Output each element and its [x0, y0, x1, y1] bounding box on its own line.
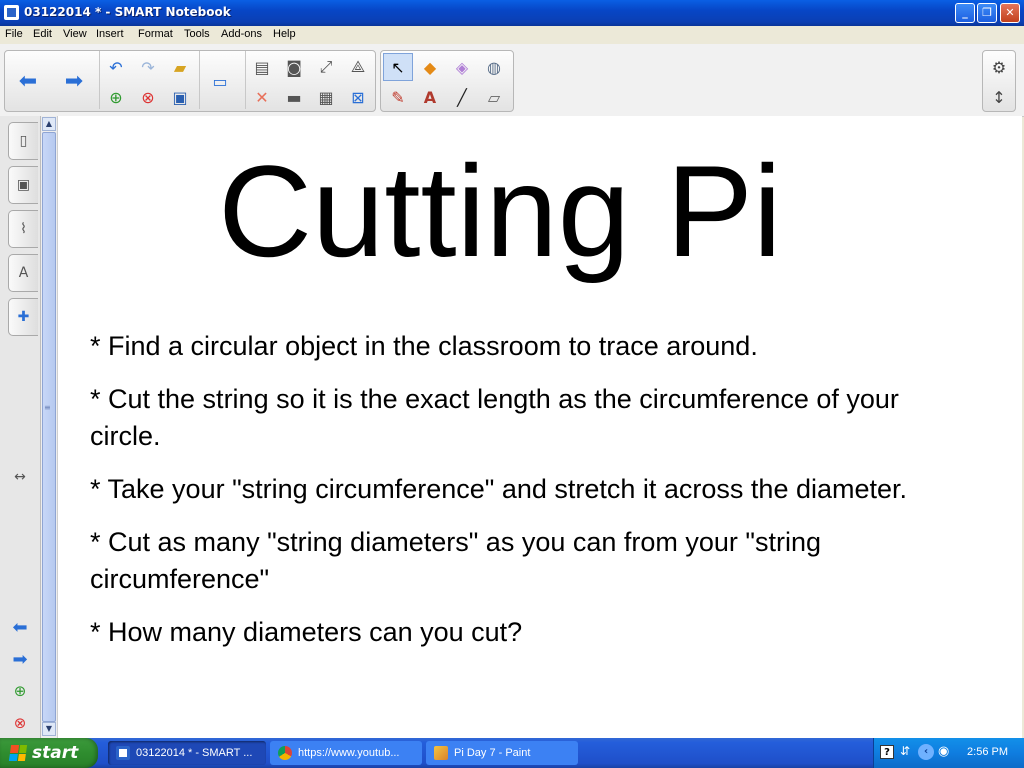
clear-page-icon[interactable]: ⊠ [343, 83, 373, 111]
system-tray: ? ⇵ ‹ ◉ 2:56 PM [873, 738, 1024, 768]
minimize-button[interactable]: _ [955, 3, 975, 23]
menu-insert[interactable]: Insert [96, 28, 124, 40]
menu-bar: File Edit View Insert Format Tools Add-o… [0, 26, 1024, 44]
bullet-item[interactable]: * Find a circular object in the classroo… [90, 328, 970, 365]
start-label: start [32, 743, 79, 763]
bullet-item[interactable]: * Cut as many "string diameters" as you … [90, 524, 970, 598]
menu-tools[interactable]: Tools [184, 28, 210, 40]
screen-capture-icon[interactable]: ◙ [279, 53, 309, 81]
smart-notebook-app-icon [4, 5, 19, 20]
side-panel: ▯ ▣ ⌇ A ✚ ↔ ⬅ ➡ ⊕ ⊗ [0, 116, 41, 738]
toolbar-group-tools: ↖ ◆ ◈ ◍ ✎ A ╱ ▱ [380, 50, 514, 112]
paint-icon [434, 746, 448, 760]
undo-icon[interactable]: ↶ [101, 53, 131, 81]
select-icon[interactable]: ↖ [383, 53, 413, 81]
bullet-item[interactable]: * How many diameters can you cut? [90, 614, 970, 651]
vertical-scrollbar[interactable]: ▲ ≡ ▼ [41, 116, 58, 738]
close-button[interactable]: ✕ [1000, 3, 1020, 23]
pens-icon[interactable]: ✎ [383, 83, 413, 111]
redo-icon[interactable]: ↷ [133, 53, 163, 81]
main-toolbar: ⬅ ➡ ↶ ↷ ▰ ⊕ ⊗ ▣ ▭ ▤ ◙ ⤢ ⟁ ✕ ▬ ▦ ⊠ ↖ ◆ ◈ … [0, 44, 1024, 117]
volume-icon[interactable]: ◉ [938, 744, 949, 759]
scroll-thumb[interactable] [42, 132, 56, 722]
notebook-page[interactable]: Cutting Pi * Find a circular object in t… [58, 116, 1022, 738]
toolbar-group-settings: ⚙ ↕ [982, 50, 1016, 112]
properties-icon[interactable]: A [8, 254, 38, 292]
eraser-icon[interactable]: ▱ [479, 83, 509, 111]
menu-edit[interactable]: Edit [33, 28, 52, 40]
move-toolbar-icon[interactable]: ↕ [984, 83, 1014, 111]
delete-page-icon[interactable]: ⊗ [6, 710, 34, 736]
save-icon[interactable]: ▣ [165, 83, 195, 111]
scroll-up-button[interactable]: ▲ [42, 117, 56, 131]
add-ons-icon[interactable]: ✚ [8, 298, 38, 336]
window-title: 03122014 * - SMART Notebook [24, 5, 231, 19]
bullet-list[interactable]: * Find a circular object in the classroo… [90, 328, 970, 667]
chrome-icon [278, 746, 292, 760]
gallery-icon[interactable]: ▣ [8, 166, 38, 204]
tray-expand-icon[interactable]: ‹ [918, 744, 934, 760]
text-icon[interactable]: A [415, 83, 445, 111]
measurement-tools-icon[interactable]: ⟁ [343, 53, 373, 81]
attachments-icon[interactable]: ⌇ [8, 210, 38, 248]
smart-notebook-task-icon [116, 746, 130, 760]
menu-help[interactable]: Help [273, 28, 296, 40]
resize-panel-icon[interactable]: ↔ [6, 464, 34, 490]
start-button[interactable]: start [0, 738, 98, 768]
next-page-icon[interactable]: ➡ [6, 646, 34, 672]
slide-title[interactable]: Cutting Pi [58, 136, 942, 286]
taskbar-item-browser[interactable]: https://www.youtub... [270, 741, 422, 765]
title-bar: 03122014 * - SMART Notebook _ ❐ ✕ [0, 0, 1024, 26]
menu-file[interactable]: File [5, 28, 23, 40]
settings-gear-icon[interactable]: ⚙ [984, 53, 1014, 81]
menu-add-ons[interactable]: Add-ons [221, 28, 262, 40]
screen-shade-icon[interactable]: ▬ [279, 83, 309, 111]
eraser-pen-icon[interactable]: ◈ [447, 53, 477, 81]
taskbar: start 03122014 * - SMART ... https://www… [0, 738, 1024, 768]
open-folder-icon[interactable]: ▰ [165, 53, 195, 81]
scroll-grip: ≡ [44, 403, 51, 412]
clock[interactable]: 2:56 PM [967, 746, 1008, 758]
bullet-item[interactable]: * Take your "string circumference" and s… [90, 471, 970, 508]
network-icon[interactable]: ⇵ [900, 744, 910, 758]
taskbar-item-label: 03122014 * - SMART ... [136, 747, 253, 759]
menu-view[interactable]: View [63, 28, 87, 40]
shapes-icon[interactable]: ◆ [415, 53, 445, 81]
delete-icon[interactable]: ✕ [247, 83, 277, 111]
taskbar-item-label: Pi Day 7 - Paint [454, 747, 531, 759]
table-icon[interactable]: ▦ [311, 83, 341, 111]
toolbar-group-main: ⬅ ➡ ↶ ↷ ▰ ⊕ ⊗ ▣ ▭ ▤ ◙ ⤢ ⟁ ✕ ▬ ▦ ⊠ [4, 50, 376, 112]
paste-icon[interactable]: ▤ [247, 53, 277, 81]
fill-icon[interactable]: ◍ [479, 53, 509, 81]
menu-format[interactable]: Format [138, 28, 173, 40]
windows-flag-icon [8, 745, 28, 761]
display-screen-icon[interactable]: ▭ [205, 67, 235, 95]
forward-arrow-icon[interactable]: ➡ [59, 67, 89, 95]
taskbar-item-paint[interactable]: Pi Day 7 - Paint [426, 741, 578, 765]
full-screen-icon[interactable]: ⤢ [311, 53, 341, 81]
delete-page-icon[interactable]: ⊗ [133, 83, 163, 111]
page-sorter-icon[interactable]: ▯ [8, 122, 38, 160]
add-page-icon[interactable]: ⊕ [6, 678, 34, 704]
taskbar-item-smart-notebook[interactable]: 03122014 * - SMART ... [108, 741, 266, 765]
bullet-item[interactable]: * Cut the string so it is the exact leng… [90, 381, 970, 455]
add-page-icon[interactable]: ⊕ [101, 83, 131, 111]
previous-page-icon[interactable]: ⬅ [6, 614, 34, 640]
back-arrow-icon[interactable]: ⬅ [13, 67, 43, 95]
taskbar-item-label: https://www.youtub... [298, 747, 400, 759]
scroll-down-button[interactable]: ▼ [42, 722, 56, 736]
help-icon[interactable]: ? [880, 745, 894, 759]
lines-icon[interactable]: ╱ [447, 83, 477, 111]
restore-button[interactable]: ❐ [977, 3, 997, 23]
